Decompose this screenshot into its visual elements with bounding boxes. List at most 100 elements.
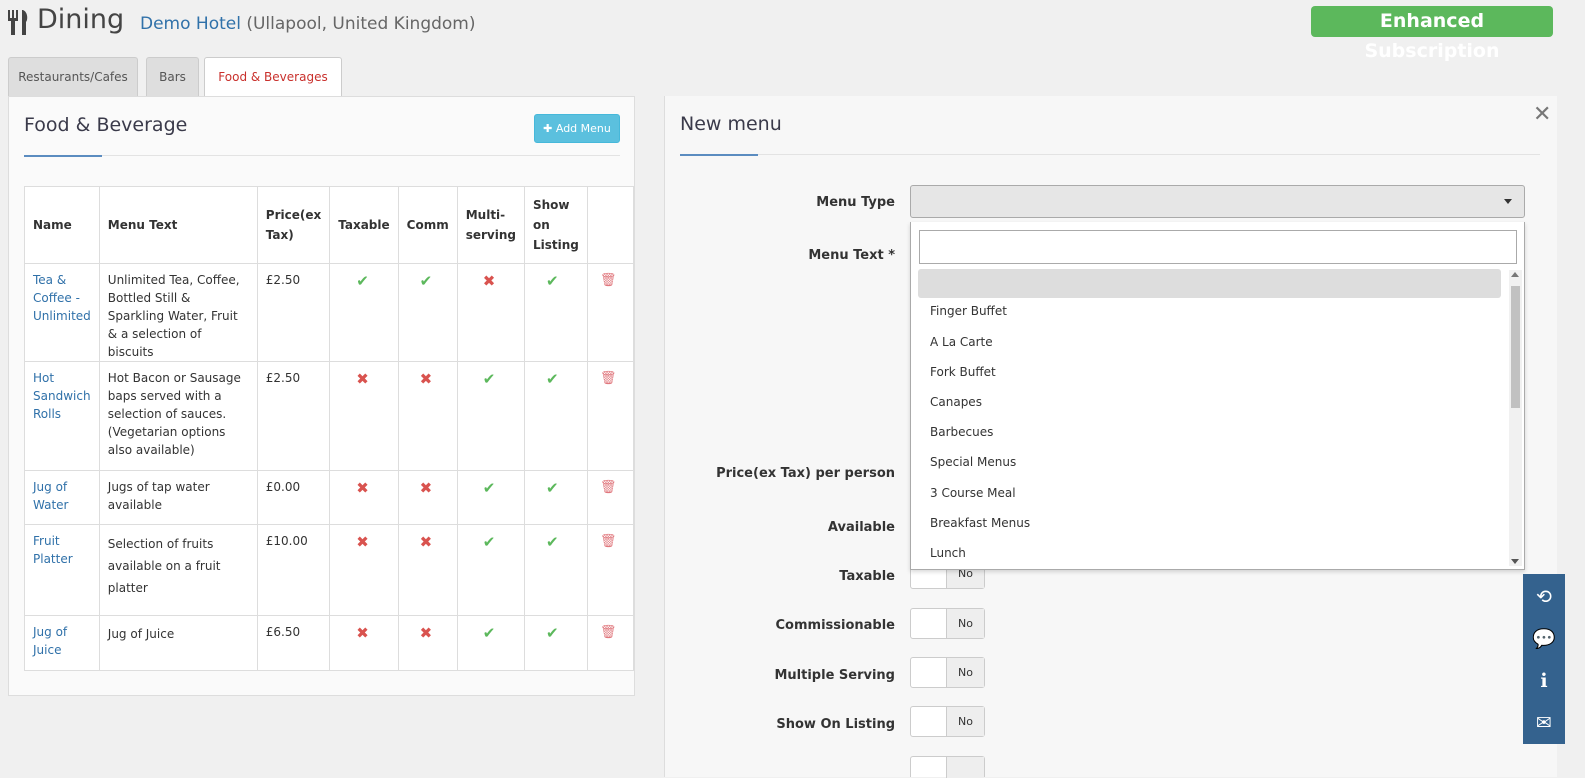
toggle-off-label: No <box>946 707 984 736</box>
trash-icon[interactable]: 🗑 <box>600 272 617 290</box>
cross-icon: ✖ <box>419 370 433 388</box>
cross-icon: ✖ <box>419 533 433 551</box>
row-price: £10.00 <box>256 524 331 616</box>
menu-type-select[interactable] <box>910 185 1525 218</box>
tab-bars[interactable]: Bars <box>146 57 199 97</box>
envelope-icon[interactable]: ✉ <box>1523 702 1565 744</box>
menu-table: Name Menu Text Price(ex Tax) Taxable Com… <box>24 186 634 671</box>
row-menu-text: Unlimited Tea, Coffee, Bottled Still & S… <box>98 263 258 362</box>
title-divider <box>680 154 1540 156</box>
row-name-link[interactable]: Jug of Water <box>33 480 68 512</box>
add-menu-label: Add Menu <box>555 122 611 135</box>
hotel-name[interactable]: Demo Hotel <box>140 14 241 34</box>
cross-icon: ✖ <box>482 272 496 290</box>
row-price: £0.00 <box>256 470 331 525</box>
row-name-link[interactable]: Fruit Platter <box>33 534 73 566</box>
scroll-up-icon[interactable] <box>1511 272 1519 277</box>
tab-restaurants-cafes[interactable]: Restaurants/Cafes <box>8 57 138 97</box>
col-header-price: Price(ex Tax) <box>256 186 331 264</box>
dropdown-option[interactable]: Finger Buffet <box>918 297 1501 326</box>
table-row: Hot Sandwich Rolls Hot Bacon or Sausage … <box>24 361 634 471</box>
scroll-down-icon[interactable] <box>1511 559 1519 564</box>
row-menu-text: Hot Bacon or Sausage baps served with a … <box>98 361 258 471</box>
dropdown-option[interactable]: 3 Course Meal <box>918 479 1501 508</box>
row-name-link[interactable]: Hot Sandwich Rolls <box>33 371 91 421</box>
cross-icon: ✖ <box>356 479 369 497</box>
close-icon[interactable]: ✕ <box>1533 102 1551 127</box>
caret-down-icon <box>1504 199 1512 204</box>
trash-icon[interactable]: 🗑 <box>600 533 617 551</box>
check-icon: ✔ <box>545 624 559 642</box>
show-on-listing-label: Show On Listing <box>776 717 895 732</box>
table-row: Fruit Platter Selection of fruits availa… <box>24 524 634 616</box>
trash-icon[interactable]: 🗑 <box>600 479 617 497</box>
menu-text-label: Menu Text * <box>808 248 895 263</box>
col-header-listing: Show on Listing <box>523 186 588 264</box>
check-icon: ✔ <box>482 370 496 388</box>
show-on-listing-toggle[interactable]: No <box>910 706 985 737</box>
dropdown-scrollbar[interactable] <box>1509 270 1522 566</box>
dropdown-option[interactable]: Lunch <box>918 539 1501 568</box>
table-row: Jug of Water Jugs of tap water available… <box>24 470 634 525</box>
col-header-comm: Comm <box>397 186 458 264</box>
commissionable-label: Commissionable <box>775 618 896 633</box>
row-menu-text: Jugs of tap water available <box>98 470 258 525</box>
dropdown-option[interactable]: Canapes <box>918 388 1501 417</box>
panel-title: New menu <box>680 113 782 135</box>
check-icon: ✔ <box>545 479 559 497</box>
trash-icon[interactable]: 🗑 <box>600 370 617 388</box>
tab-food-beverages[interactable]: Food & Beverages <box>204 57 342 98</box>
dropdown-search-input[interactable] <box>919 230 1517 264</box>
extra-toggle[interactable] <box>910 756 985 778</box>
toggle-off-label <box>946 757 984 778</box>
row-menu-text: Jug of Juice <box>98 615 258 671</box>
row-name-link[interactable]: Tea & Coffee - Unlimited <box>33 273 91 323</box>
col-header-multi: Multi-serving <box>456 186 525 264</box>
info-icon[interactable]: i <box>1523 660 1565 702</box>
title-divider <box>24 155 620 157</box>
table-row: Tea & Coffee - Unlimited Unlimited Tea, … <box>24 263 634 362</box>
hotel-link[interactable]: Demo Hotel (Ullapool, United Kingdom) <box>140 14 476 34</box>
floating-action-bar: ⟲ 💬 i ✉ <box>1523 574 1565 744</box>
table-row: Jug of Juice Jug of Juice £6.50 ✖ ✖ ✔ ✔ … <box>24 615 634 671</box>
row-name-link[interactable]: Jug of Juice <box>33 625 67 657</box>
cross-icon: ✖ <box>356 370 369 388</box>
row-menu-text: Selection of fruits available on a fruit… <box>98 524 258 616</box>
available-label: Available <box>827 520 895 535</box>
table-header-row: Name Menu Text Price(ex Tax) Taxable Com… <box>24 186 634 264</box>
trash-icon[interactable]: 🗑 <box>600 624 617 642</box>
check-icon: ✔ <box>356 272 369 290</box>
col-header-actions <box>586 186 634 264</box>
dropdown-option[interactable]: Barbecues <box>918 418 1501 447</box>
history-icon[interactable]: ⟲ <box>1523 576 1565 618</box>
multiple-serving-toggle[interactable]: No <box>910 657 985 688</box>
dropdown-option[interactable]: Special Menus <box>918 448 1501 477</box>
menu-type-label: Menu Type <box>816 195 895 210</box>
add-menu-button[interactable]: ✚ Add Menu <box>534 114 620 143</box>
page-title: Dining <box>37 4 125 35</box>
cross-icon: ✖ <box>419 479 433 497</box>
dropdown-option-empty[interactable] <box>918 269 1501 298</box>
chat-icon[interactable]: 💬 <box>1523 618 1565 660</box>
scroll-thumb[interactable] <box>1511 286 1520 408</box>
dropdown-option[interactable]: A La Carte <box>918 328 1501 357</box>
check-icon: ✔ <box>545 370 559 388</box>
hotel-location: (Ullapool, United Kingdom) <box>246 14 476 34</box>
subscription-badge[interactable]: Enhanced Subscription <box>1311 6 1553 62</box>
row-price: £2.50 <box>256 361 331 471</box>
menu-type-dropdown: Finger Buffet A La Carte Fork Buffet Can… <box>910 222 1525 570</box>
col-header-taxable: Taxable <box>329 186 399 264</box>
utensils-icon <box>8 10 28 35</box>
plus-icon: ✚ <box>543 122 553 135</box>
multiple-serving-label: Multiple Serving <box>774 668 895 683</box>
cross-icon: ✖ <box>419 624 433 642</box>
col-header-name: Name <box>24 186 100 264</box>
dropdown-option[interactable]: Fork Buffet <box>918 358 1501 387</box>
check-icon: ✔ <box>482 533 496 551</box>
check-icon: ✔ <box>545 272 559 290</box>
col-header-menu-text: Menu Text <box>98 186 258 264</box>
toggle-off-label: No <box>946 658 984 687</box>
dropdown-option[interactable]: Breakfast Menus <box>918 509 1501 538</box>
commissionable-toggle[interactable]: No <box>910 608 985 639</box>
check-icon: ✔ <box>545 533 559 551</box>
